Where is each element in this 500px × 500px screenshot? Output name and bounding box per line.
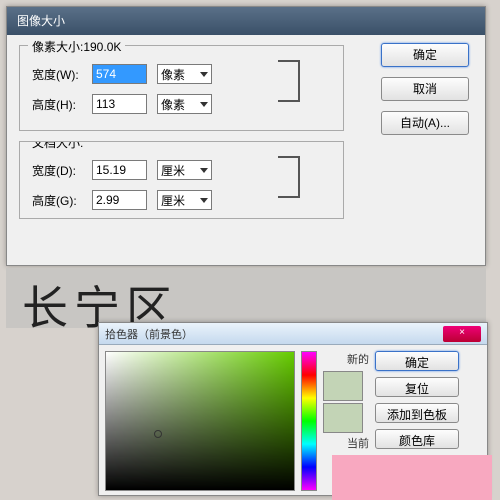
pixel-width-unit-select[interactable]: 像素 [157, 64, 212, 84]
doc-width-input[interactable] [92, 160, 147, 180]
dialog-title: 拾色器（前景色） [105, 326, 193, 342]
link-bracket-icon[interactable] [278, 156, 300, 198]
dialog-button-column: 确定 取消 自动(A)... [381, 43, 471, 145]
width-label: 宽度(W): [32, 66, 92, 83]
chevron-down-icon [200, 168, 208, 173]
doc-height-label: 高度(G): [32, 192, 92, 209]
current-color-swatch [323, 403, 363, 433]
group-legend: 像素大小:190.0K [28, 38, 125, 55]
color-library-button[interactable]: 颜色库 [375, 429, 459, 449]
cancel-button[interactable]: 取消 [381, 77, 469, 101]
dialog-title: 图像大小 [17, 14, 65, 28]
document-size-group: 文档大小: 宽度(D): 厘米 高度(G): 厘米 [19, 141, 344, 219]
add-to-swatches-button[interactable]: 添加到色板 [375, 403, 459, 423]
unit-label: 厘米 [161, 162, 185, 179]
ok-button[interactable]: 确定 [381, 43, 469, 67]
pixel-width-input[interactable] [92, 64, 147, 84]
doc-width-label: 宽度(D): [32, 162, 92, 179]
group-legend: 文档大小: [28, 141, 87, 151]
dialog-titlebar[interactable]: 拾色器（前景色） × [99, 323, 487, 345]
close-button[interactable]: × [443, 326, 481, 342]
new-color-label: 新的 [323, 351, 369, 367]
hue-slider[interactable] [301, 351, 317, 491]
color-gradient-area[interactable] [105, 351, 295, 491]
decorative-overlay [332, 455, 492, 500]
doc-height-unit-select[interactable]: 厘米 [157, 190, 212, 210]
chevron-down-icon [200, 72, 208, 77]
height-label: 高度(H): [32, 96, 92, 113]
link-bracket-icon[interactable] [278, 60, 300, 102]
canvas-area[interactable]: 长宁区 [6, 268, 486, 328]
new-color-swatch [323, 371, 363, 401]
reset-button[interactable]: 复位 [375, 377, 459, 397]
dialog-titlebar[interactable]: 图像大小 [7, 7, 485, 35]
pixel-dimensions-group: 像素大小:190.0K 宽度(W): 像素 高度(H): 像素 [19, 45, 344, 131]
unit-label: 像素 [161, 66, 185, 83]
pixel-height-input[interactable] [92, 94, 147, 114]
unit-label: 厘米 [161, 192, 185, 209]
ok-button[interactable]: 确定 [375, 351, 459, 371]
doc-height-input[interactable] [92, 190, 147, 210]
current-color-label: 当前 [323, 435, 369, 451]
image-size-dialog: 图像大小 像素大小:190.0K 宽度(W): 像素 高度(H): 像素 文档大… [6, 6, 486, 266]
color-cursor-icon[interactable] [154, 430, 162, 438]
doc-width-unit-select[interactable]: 厘米 [157, 160, 212, 180]
pixel-height-unit-select[interactable]: 像素 [157, 94, 212, 114]
unit-label: 像素 [161, 96, 185, 113]
auto-button[interactable]: 自动(A)... [381, 111, 469, 135]
chevron-down-icon [200, 102, 208, 107]
chevron-down-icon [200, 198, 208, 203]
